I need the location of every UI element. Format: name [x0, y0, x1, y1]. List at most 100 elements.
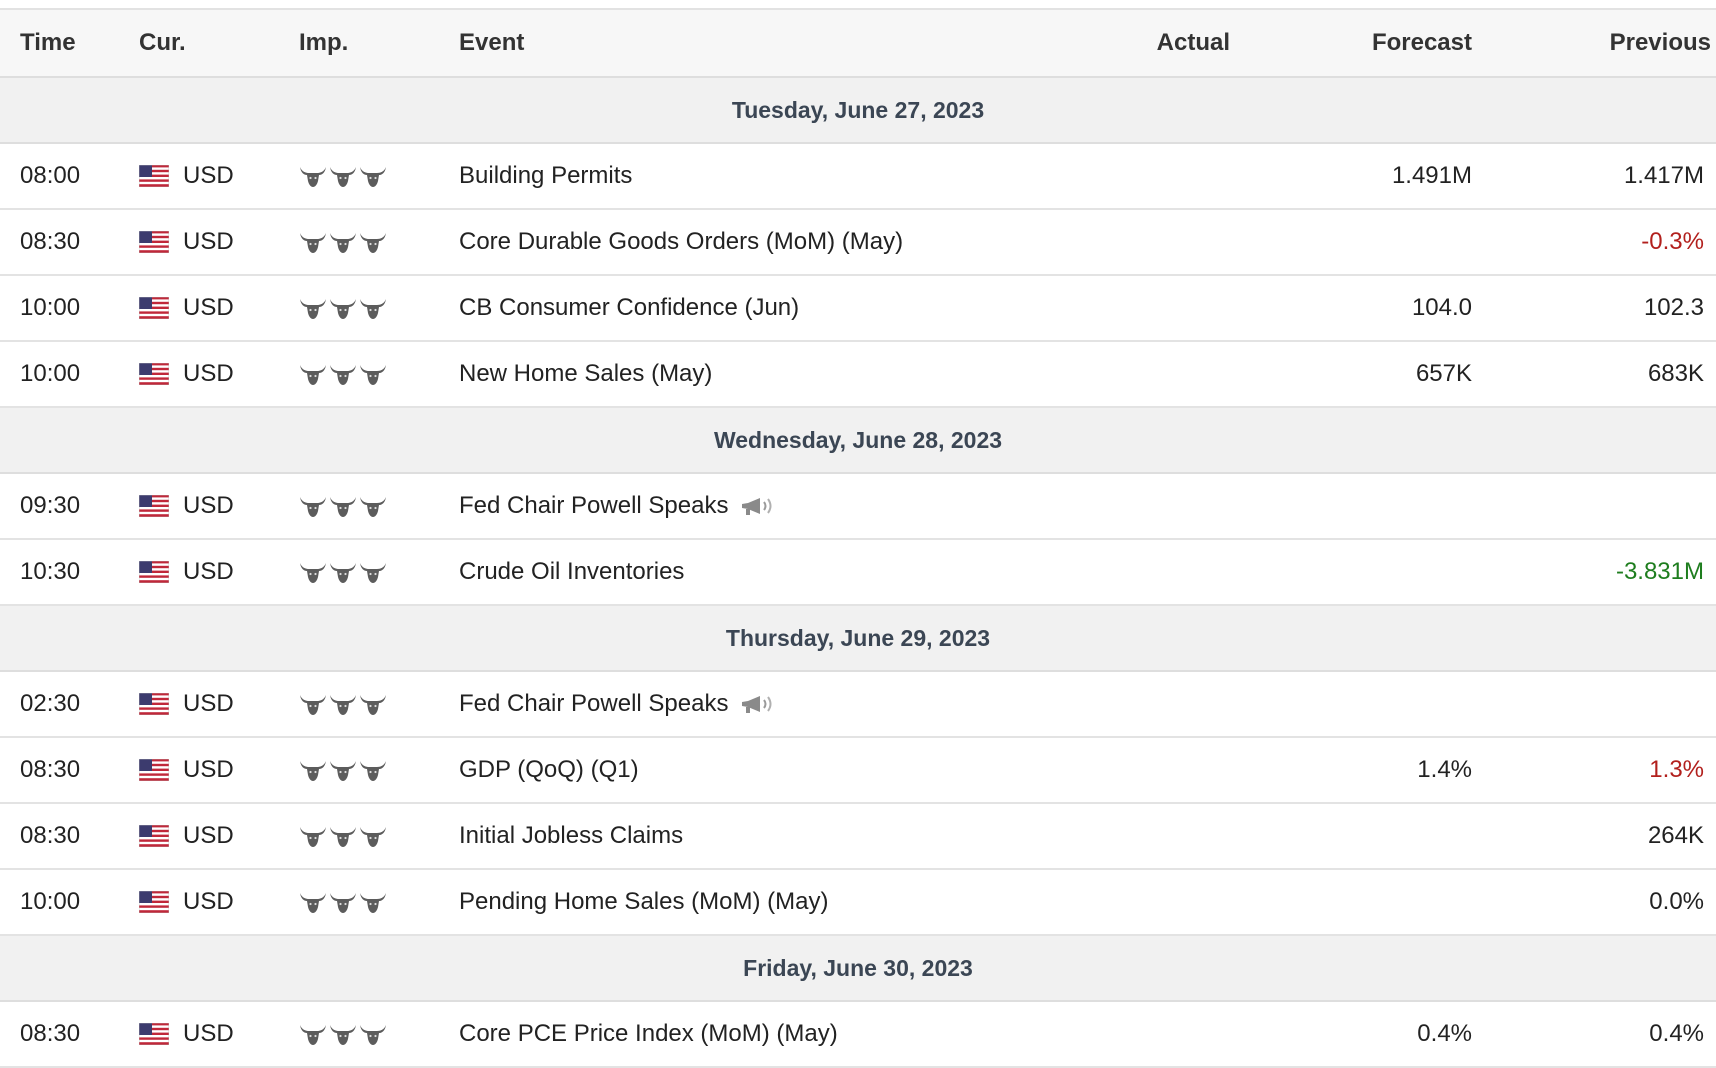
importance-indicator — [299, 362, 389, 386]
currency-code: USD — [183, 558, 234, 585]
event-name[interactable]: Building Permits — [459, 162, 632, 190]
table-row[interactable]: 10:00 USD New Home Sales (May) 657K 683K — [0, 342, 1716, 408]
bull-icon — [359, 824, 387, 848]
event-name[interactable]: Core Durable Goods Orders (MoM) (May) — [459, 228, 903, 256]
importance-indicator — [299, 494, 389, 518]
day-separator: Tuesday, June 27, 2023 — [0, 78, 1716, 144]
event-previous: 0.4% — [1649, 1020, 1704, 1047]
event-name-label[interactable]: CB Consumer Confidence (Jun) — [459, 294, 799, 322]
importance-indicator — [299, 296, 389, 320]
event-name-label[interactable]: Initial Jobless Claims — [459, 822, 683, 850]
bull-icon — [329, 362, 357, 386]
header-previous[interactable]: Previous — [1610, 29, 1711, 57]
event-currency: USD — [138, 558, 234, 586]
bull-icon — [329, 1022, 357, 1046]
table-row[interactable]: 08:30 USD Core PCE Price Index (MoM) (Ma… — [0, 1002, 1716, 1068]
table-row[interactable]: 08:30 USD GDP (QoQ) (Q1) 1.4% 1.3% — [0, 738, 1716, 804]
event-previous: 683K — [1647, 360, 1704, 387]
us-flag-icon — [138, 362, 170, 386]
header-event[interactable]: Event — [459, 29, 524, 57]
table-header: Time Cur. Imp. Event Actual Forecast Pre… — [0, 8, 1716, 78]
currency-code: USD — [183, 690, 234, 717]
event-name-label[interactable]: Core Durable Goods Orders (MoM) (May) — [459, 228, 903, 256]
event-forecast: 0.4% — [1417, 1020, 1472, 1047]
event-forecast: 104.0 — [1411, 294, 1472, 321]
event-time: 08:30 — [20, 228, 81, 255]
event-previous: 264K — [1647, 822, 1704, 849]
us-flag-icon — [138, 758, 170, 782]
currency-code: USD — [183, 294, 234, 321]
bull-icon — [299, 164, 327, 188]
bull-icon — [329, 164, 357, 188]
event-currency: USD — [138, 294, 234, 322]
importance-indicator — [299, 1022, 389, 1046]
table-row[interactable]: 08:00 USD Building Permits 1.491M 1.417M — [0, 144, 1716, 210]
event-name[interactable]: CB Consumer Confidence (Jun) — [459, 294, 799, 322]
event-time: 08:00 — [20, 162, 81, 189]
table-body: Tuesday, June 27, 2023 08:00 USD Building… — [0, 78, 1716, 1068]
bull-icon — [299, 1022, 327, 1046]
table-row[interactable]: 02:30 USD Fed Chair Powell Speaks — [0, 672, 1716, 738]
importance-indicator — [299, 758, 389, 782]
event-time: 10:00 — [20, 294, 81, 321]
importance-indicator — [299, 824, 389, 848]
event-name-label[interactable]: New Home Sales (May) — [459, 360, 712, 388]
header-importance[interactable]: Imp. — [299, 29, 348, 57]
table-row[interactable]: 10:30 USD Crude Oil Inventories -3.831M — [0, 540, 1716, 606]
event-name[interactable]: Fed Chair Powell Speaks — [459, 690, 778, 718]
currency-code: USD — [183, 756, 234, 783]
bull-icon — [359, 1022, 387, 1046]
header-actual[interactable]: Actual — [1157, 29, 1230, 57]
bull-icon — [359, 560, 387, 584]
bull-icon — [299, 362, 327, 386]
event-name-label[interactable]: Crude Oil Inventories — [459, 558, 684, 586]
event-name[interactable]: Core PCE Price Index (MoM) (May) — [459, 1020, 838, 1048]
bull-icon — [299, 296, 327, 320]
speaker-icon — [740, 693, 778, 715]
event-name[interactable]: Fed Chair Powell Speaks — [459, 492, 778, 520]
event-time: 09:30 — [20, 492, 81, 519]
importance-indicator — [299, 230, 389, 254]
event-time: 02:30 — [20, 690, 81, 717]
event-time: 08:30 — [20, 822, 81, 849]
table-row[interactable]: 10:00 USD Pending Home Sales (MoM) (May)… — [0, 870, 1716, 936]
event-previous: 1.3% — [1649, 756, 1704, 783]
table-row[interactable]: 10:00 USD CB Consumer Confidence (Jun) 10… — [0, 276, 1716, 342]
bull-icon — [359, 164, 387, 188]
bull-icon — [299, 230, 327, 254]
currency-code: USD — [183, 228, 234, 255]
event-name[interactable]: Initial Jobless Claims — [459, 822, 683, 850]
table-row[interactable]: 08:30 USD Core Durable Goods Orders (MoM… — [0, 210, 1716, 276]
event-name-label[interactable]: Fed Chair Powell Speaks — [459, 492, 728, 520]
header-currency[interactable]: Cur. — [139, 29, 186, 57]
event-name-label[interactable]: GDP (QoQ) (Q1) — [459, 756, 639, 784]
event-name-label[interactable]: Core PCE Price Index (MoM) (May) — [459, 1020, 838, 1048]
bull-icon — [329, 692, 357, 716]
bull-icon — [359, 758, 387, 782]
table-row[interactable]: 09:30 USD Fed Chair Powell Speaks — [0, 474, 1716, 540]
event-name[interactable]: Crude Oil Inventories — [459, 558, 684, 586]
importance-indicator — [299, 890, 389, 914]
event-previous: 1.417M — [1623, 162, 1704, 189]
bull-icon — [329, 296, 357, 320]
bull-icon — [359, 296, 387, 320]
day-label: Thursday, June 29, 2023 — [725, 624, 991, 651]
table-row[interactable]: 08:30 USD Initial Jobless Claims 264K — [0, 804, 1716, 870]
bull-icon — [299, 560, 327, 584]
event-name-label[interactable]: Building Permits — [459, 162, 632, 190]
event-name[interactable]: GDP (QoQ) (Q1) — [459, 756, 639, 784]
us-flag-icon — [138, 890, 170, 914]
event-name-label[interactable]: Pending Home Sales (MoM) (May) — [459, 888, 828, 916]
header-time[interactable]: Time — [20, 29, 76, 57]
us-flag-icon — [138, 494, 170, 518]
event-currency: USD — [138, 360, 234, 388]
currency-code: USD — [183, 360, 234, 387]
event-name-label[interactable]: Fed Chair Powell Speaks — [459, 690, 728, 718]
event-currency: USD — [138, 690, 234, 718]
us-flag-icon — [138, 164, 170, 188]
event-name[interactable]: Pending Home Sales (MoM) (May) — [459, 888, 828, 916]
bull-icon — [359, 362, 387, 386]
header-forecast[interactable]: Forecast — [1372, 29, 1472, 57]
event-name[interactable]: New Home Sales (May) — [459, 360, 712, 388]
event-previous: -0.3% — [1641, 228, 1704, 255]
